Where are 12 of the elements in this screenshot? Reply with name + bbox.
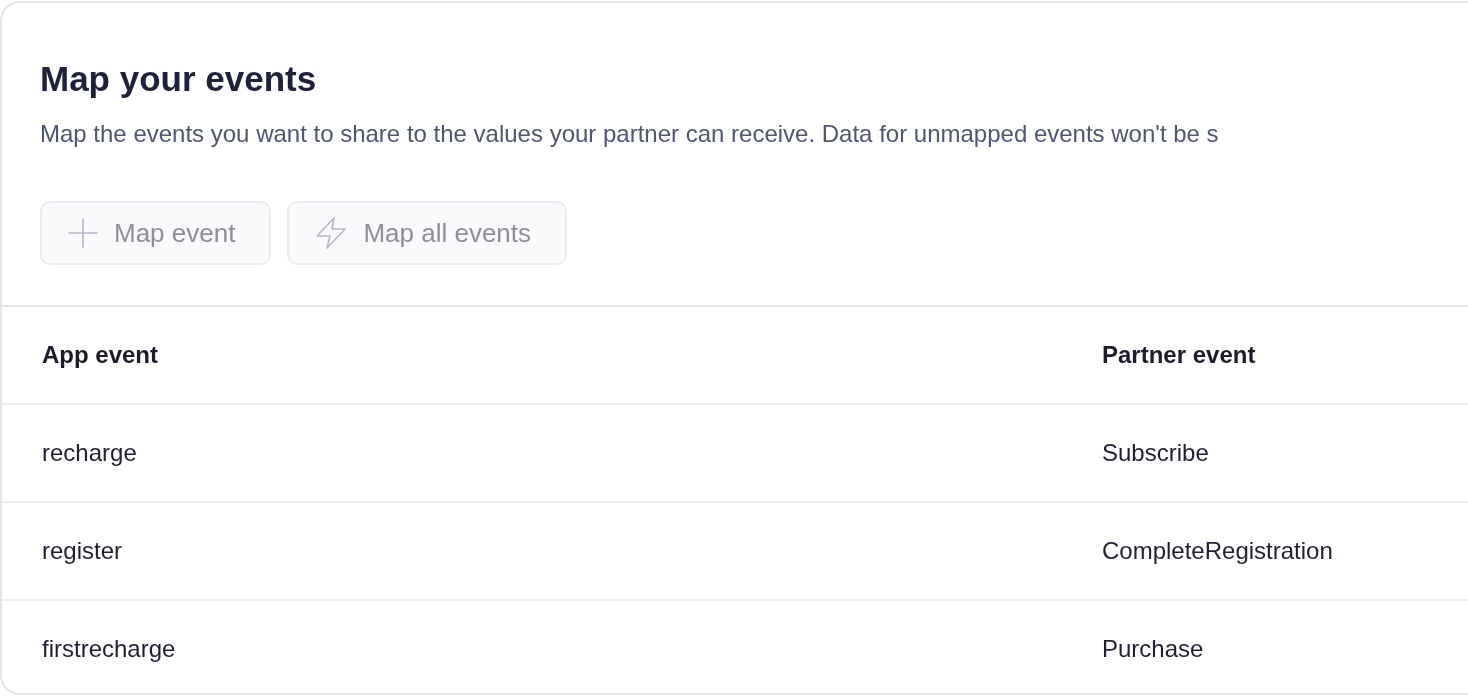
- table-cell: CompleteRegistration: [1102, 537, 1333, 564]
- table-cell: Purchase: [1102, 635, 1204, 662]
- table-cell: Subscribe: [1102, 439, 1209, 466]
- page-title: Map your events: [40, 58, 317, 100]
- table-cell: recharge: [42, 439, 137, 466]
- table-cell: register: [42, 537, 123, 564]
- column-header: App event: [42, 341, 158, 368]
- column-header: Partner event: [1102, 341, 1256, 368]
- lightning-icon: [315, 217, 348, 249]
- plus-icon: [68, 218, 98, 248]
- table-cell: firstrecharge: [42, 635, 176, 662]
- page-description: Map the events you want to share to the values your partner can receive. Data for unmapped events won't be s: [40, 119, 1219, 149]
